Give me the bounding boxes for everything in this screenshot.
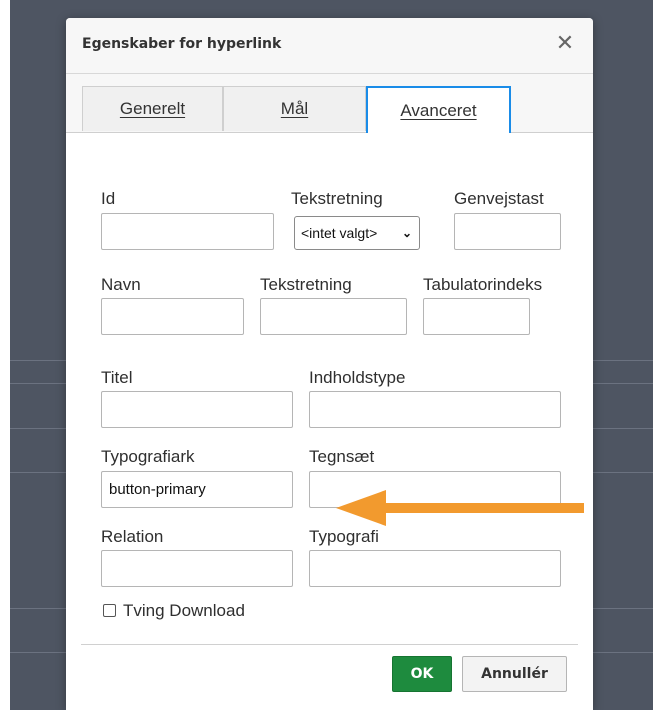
name-label: Navn bbox=[101, 275, 141, 294]
text-direction-2-input[interactable] bbox=[260, 298, 407, 335]
relation-input[interactable] bbox=[101, 550, 293, 587]
close-icon[interactable]: ✕ bbox=[553, 31, 577, 57]
text-direction-2-label: Tekstretning bbox=[260, 275, 352, 294]
stylesheet-input[interactable] bbox=[101, 471, 293, 508]
id-input[interactable] bbox=[101, 213, 274, 250]
force-download-label: Tving Download bbox=[123, 601, 245, 620]
dialog-titlebar: Egenskaber for hyperlink ✕ bbox=[66, 18, 593, 74]
text-direction-select[interactable]: <intet valgt> ⌄ bbox=[294, 216, 420, 250]
tab-index-input[interactable] bbox=[423, 298, 530, 335]
access-key-input[interactable] bbox=[454, 213, 561, 250]
title-label: Titel bbox=[101, 368, 133, 387]
tab-avanceret[interactable]: Avanceret bbox=[366, 86, 511, 133]
style-label: Typografi bbox=[309, 527, 379, 546]
id-label: Id bbox=[101, 189, 116, 208]
tab-bar: Generelt Mål Avanceret bbox=[66, 74, 593, 133]
chevron-down-icon: ⌄ bbox=[401, 226, 412, 240]
style-input[interactable] bbox=[309, 550, 561, 587]
stylesheet-label: Typografiark bbox=[101, 447, 195, 466]
dialog-title: Egenskaber for hyperlink bbox=[82, 36, 282, 52]
tab-index-label: Tabulatorindeks bbox=[423, 275, 543, 294]
content-type-input[interactable] bbox=[309, 391, 561, 428]
arrow-left-icon bbox=[336, 490, 584, 526]
tab-maal[interactable]: Mål bbox=[223, 86, 366, 131]
charset-label: Tegnsæt bbox=[309, 447, 375, 466]
cancel-button[interactable]: Annullér bbox=[462, 656, 567, 692]
content-type-label: Indholdstype bbox=[309, 368, 406, 387]
text-direction-label: Tekstretning bbox=[291, 189, 383, 208]
tab-generelt[interactable]: Generelt bbox=[82, 86, 223, 131]
hyperlink-properties-dialog: Egenskaber for hyperlink ✕ Generelt Mål … bbox=[66, 18, 593, 710]
name-input[interactable] bbox=[101, 298, 244, 335]
relation-label: Relation bbox=[101, 527, 164, 546]
text-direction-selected: <intet valgt> bbox=[301, 225, 378, 241]
access-key-label: Genvejstast bbox=[454, 189, 544, 208]
ok-button[interactable]: OK bbox=[392, 656, 452, 692]
footer-divider bbox=[81, 644, 578, 645]
title-input[interactable] bbox=[101, 391, 293, 428]
force-download-checkbox[interactable] bbox=[103, 604, 116, 617]
